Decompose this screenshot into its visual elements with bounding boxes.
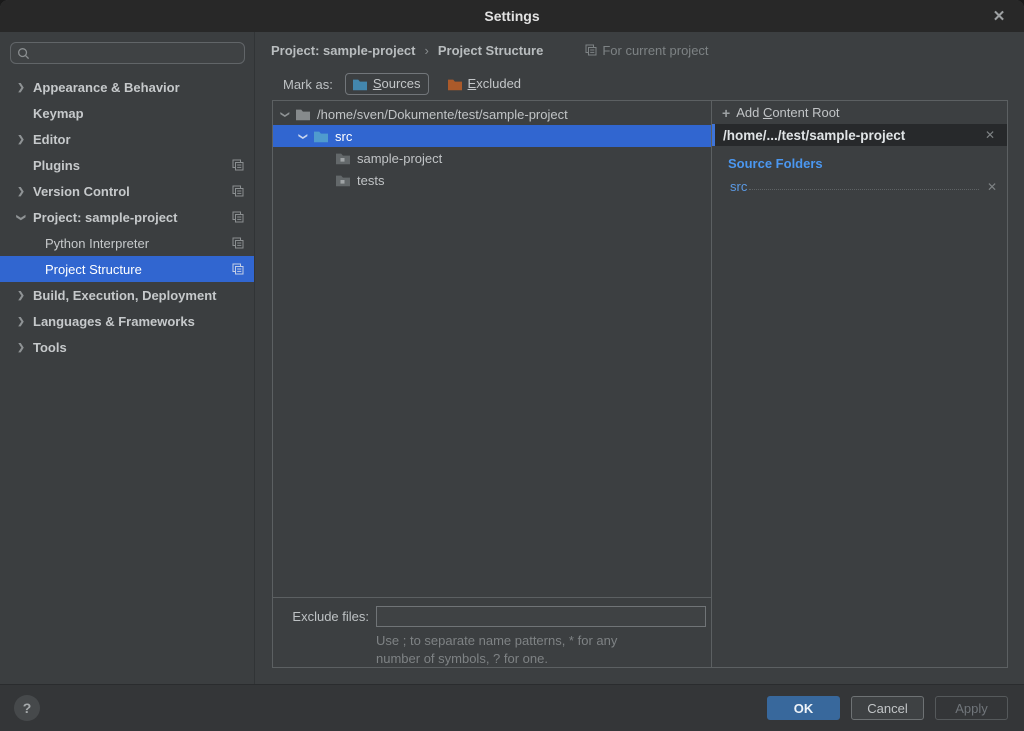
mark-sources-button[interactable]: Sources — [345, 73, 429, 95]
sources-folder-icon — [352, 77, 368, 91]
chevron-right-icon: ❯ — [14, 316, 28, 327]
sidebar-item-project[interactable]: ❯ Project: sample-project — [0, 204, 254, 230]
chevron-right-icon: ❯ — [14, 82, 28, 93]
titlebar: Settings ✕ — [0, 0, 1024, 32]
breadcrumb: Project: sample-project › Project Struct… — [256, 32, 1024, 68]
exclude-files-input[interactable] — [376, 606, 706, 627]
source-folder-name[interactable]: src — [730, 179, 747, 194]
breadcrumb-page: Project Structure — [438, 43, 543, 58]
sidebar-item-project-structure[interactable]: Project Structure — [0, 256, 254, 282]
sidebar-item-python-interpreter[interactable]: Python Interpreter — [0, 230, 254, 256]
apply-button[interactable]: Apply — [935, 696, 1008, 720]
sidebar-item-editor[interactable]: ❯ Editor — [0, 126, 254, 152]
scope-note-label: For current project — [602, 43, 708, 58]
folder-icon — [335, 173, 351, 187]
tree-row-content-root[interactable]: ❯ /home/sven/Dokumente/test/sample-proje… — [273, 103, 711, 125]
dialog-footer: ? OK Cancel Apply — [0, 684, 1024, 731]
tree-row-src[interactable]: ❯ src — [273, 125, 711, 147]
scope-note: For current project — [585, 43, 708, 58]
exclude-files-hint: Use ; to separate name patterns, * for a… — [376, 632, 711, 668]
ok-button[interactable]: OK — [767, 696, 840, 720]
chevron-down-icon: ❯ — [16, 210, 27, 224]
excluded-folder-icon — [447, 77, 463, 91]
dotted-leader — [749, 189, 979, 190]
sidebar-item-tools[interactable]: ❯ Tools — [0, 334, 254, 360]
per-project-icon — [232, 237, 244, 249]
close-icon[interactable]: ✕ — [982, 0, 1016, 32]
chevron-right-icon: ❯ — [14, 290, 28, 301]
remove-source-folder-icon[interactable]: ✕ — [983, 180, 1001, 194]
project-structure-panel: ❯ /home/sven/Dokumente/test/sample-proje… — [272, 100, 1008, 668]
folder-icon — [295, 107, 311, 121]
per-project-icon — [232, 159, 244, 171]
chevron-right-icon: ❯ — [14, 186, 28, 197]
chevron-right-icon: ❯ — [14, 342, 28, 353]
per-project-icon — [232, 263, 244, 275]
tree-row-sample-project[interactable]: sample-project — [273, 147, 711, 169]
plus-icon: + — [722, 105, 730, 121]
tree-row-tests[interactable]: tests — [273, 169, 711, 191]
content-root-path: /home/.../test/sample-project — [723, 128, 981, 143]
settings-dialog: Settings ✕ ❯ Appearance & Behavior Keyma… — [0, 0, 1024, 731]
sidebar-item-plugins[interactable]: Plugins — [0, 152, 254, 178]
search-box[interactable] — [10, 42, 245, 64]
sidebar-item-languages-frameworks[interactable]: ❯ Languages & Frameworks — [0, 308, 254, 334]
sidebar-item-version-control[interactable]: ❯ Version Control — [0, 178, 254, 204]
breadcrumb-separator-icon: › — [425, 43, 429, 58]
sidebar-item-appearance-behavior[interactable]: ❯ Appearance & Behavior — [0, 74, 254, 100]
folder-icon — [335, 151, 351, 165]
chevron-down-icon[interactable]: ❯ — [298, 130, 309, 142]
per-project-icon — [232, 185, 244, 197]
content-tree-pane: ❯ /home/sven/Dokumente/test/sample-proje… — [273, 101, 712, 667]
settings-sidebar: ❯ Appearance & Behavior Keymap ❯ Editor … — [0, 32, 255, 684]
help-button[interactable]: ? — [14, 695, 40, 721]
chevron-right-icon: ❯ — [14, 134, 28, 145]
sidebar-item-build-execution-deployment[interactable]: ❯ Build, Execution, Deployment — [0, 282, 254, 308]
mark-as-toolbar: Mark as: Sources Excluded — [256, 68, 1024, 100]
sidebar-item-keymap[interactable]: Keymap — [0, 100, 254, 126]
search-input[interactable] — [35, 46, 238, 61]
exclude-files-label: Exclude files: — [273, 609, 369, 624]
breadcrumb-project[interactable]: Project: sample-project — [271, 43, 416, 58]
dialog-title: Settings — [484, 8, 539, 24]
mark-as-label: Mark as: — [283, 77, 333, 92]
source-folders-heading: Source Folders — [728, 156, 1007, 171]
source-folder-icon — [313, 129, 329, 143]
content-root-pane: + Add Content Root /home/.../test/sample… — [712, 101, 1007, 667]
per-project-icon — [585, 44, 597, 56]
exclude-files-section: Exclude files: Use ; to separate name pa… — [273, 597, 711, 667]
chevron-down-icon[interactable]: ❯ — [280, 108, 291, 120]
source-folder-item[interactable]: src ✕ — [730, 174, 1001, 194]
add-content-root-button[interactable]: + Add Content Root — [712, 101, 1007, 124]
remove-content-root-icon[interactable]: ✕ — [981, 128, 999, 142]
cancel-button[interactable]: Cancel — [851, 696, 924, 720]
directory-tree: ❯ /home/sven/Dokumente/test/sample-proje… — [273, 101, 711, 597]
search-icon — [17, 47, 30, 60]
content-root-item[interactable]: /home/.../test/sample-project ✕ — [712, 124, 1007, 146]
settings-nav: ❯ Appearance & Behavior Keymap ❯ Editor … — [0, 74, 254, 360]
per-project-icon — [232, 211, 244, 223]
mark-excluded-button[interactable]: Excluded — [441, 74, 528, 94]
